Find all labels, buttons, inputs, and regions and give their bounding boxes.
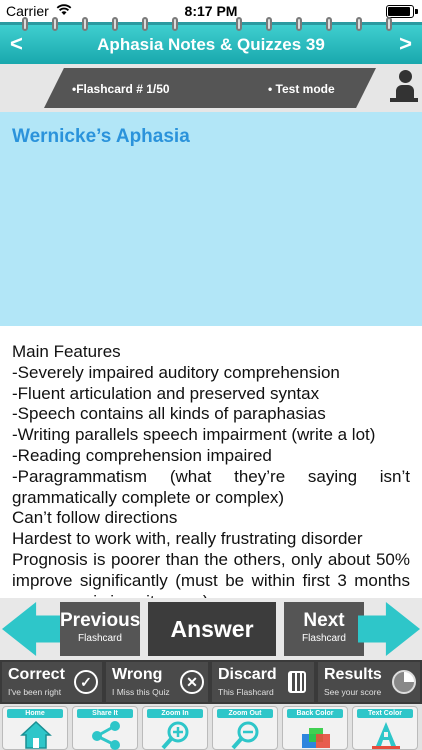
share-label: Share It	[77, 709, 133, 718]
forward-arrow-button[interactable]: >	[399, 31, 412, 57]
share-button[interactable]: Share It	[72, 706, 138, 750]
results-label: Results	[324, 666, 382, 683]
results-sub-label: See your score	[324, 687, 382, 697]
previous-arrow-icon[interactable]	[2, 602, 64, 656]
trash-icon	[288, 671, 306, 693]
answer-line: -Writing parallels speech impairment (wr…	[12, 425, 376, 445]
discard-label: Discard	[218, 666, 277, 683]
student-icon[interactable]	[390, 70, 418, 106]
back-color-label: Back Color	[287, 709, 343, 718]
zoom-out-label: Zoom Out	[217, 709, 273, 718]
home-icon	[20, 720, 52, 749]
answer-line: Can’t follow directions	[12, 508, 178, 528]
next-label: Next	[303, 610, 345, 631]
correct-sub-label: I've been right	[8, 687, 62, 697]
text-color-label: Text Color	[357, 709, 413, 718]
test-mode-label[interactable]: • Test mode	[268, 82, 335, 96]
back-color-button[interactable]: Back Color	[282, 706, 348, 750]
answer-text: Main Features -Severely impaired auditor…	[12, 342, 410, 598]
answer-line: Main Features	[12, 342, 121, 361]
next-sub-label: Flashcard	[302, 633, 346, 644]
answer-line: -Paragrammatism (what they’re saying isn…	[12, 466, 410, 507]
wrong-button[interactable]: Wrong I Miss this Quiz ✕	[106, 662, 208, 702]
info-strip: •Flashcard # 1/50 • Test mode	[0, 64, 422, 112]
app-header: < Aphasia Notes & Quizzes 39 >	[0, 17, 422, 64]
answer-line: Prognosis is poorer than the others, onl…	[12, 549, 410, 598]
results-button[interactable]: Results See your score	[318, 662, 420, 702]
previous-sub-label: Flashcard	[78, 633, 122, 644]
answer-line: Hardest to work with, really frustrating…	[12, 529, 363, 549]
correct-label: Correct	[8, 666, 65, 683]
answer-line: -Speech contains all kinds of paraphasia…	[12, 404, 326, 424]
wrong-label: Wrong	[112, 666, 163, 683]
correct-button[interactable]: Correct I've been right ✓	[2, 662, 102, 702]
zoom-in-button[interactable]: Zoom In	[142, 706, 208, 750]
tool-bar: Home Share It Zoom In Zoom Out Back Colo…	[0, 704, 422, 750]
zoom-out-button[interactable]: Zoom Out	[212, 706, 278, 750]
previous-button[interactable]: Previous Flashcard	[60, 602, 140, 656]
page-title: Aphasia Notes & Quizzes 39	[97, 35, 325, 54]
answer-line: -Fluent articulation and preserved synta…	[12, 383, 320, 403]
text-color-button[interactable]: Text Color	[352, 706, 418, 750]
answer-line: -Reading comprehension impaired	[12, 445, 272, 465]
zoom-out-icon	[231, 721, 259, 750]
discard-sub-label: This Flashcard	[218, 687, 274, 697]
next-button[interactable]: Next Flashcard	[284, 602, 364, 656]
home-label: Home	[7, 709, 63, 718]
back-arrow-button[interactable]: <	[10, 31, 23, 57]
flashcard-nav-bar: Previous Flashcard Answer Next Flashcard	[0, 598, 422, 660]
answer-line: -Severely impaired auditory comprehensio…	[12, 362, 340, 382]
text-color-icon	[372, 722, 400, 749]
cross-icon: ✕	[180, 670, 204, 694]
zoom-in-label: Zoom In	[147, 709, 203, 718]
pie-chart-icon	[392, 670, 416, 694]
action-bar: Correct I've been right ✓ Wrong I Miss t…	[0, 660, 422, 704]
color-palette-icon	[302, 728, 330, 748]
question-text: Wernicke’s Aphasia	[12, 126, 190, 147]
notebook-rings	[0, 17, 422, 31]
question-panel: Wernicke’s Aphasia	[0, 112, 422, 326]
answer-button[interactable]: Answer	[148, 602, 276, 656]
previous-label: Previous	[60, 610, 141, 631]
zoom-in-icon	[161, 721, 189, 750]
flashcard-counter: •Flashcard # 1/50	[72, 82, 170, 96]
checkmark-icon: ✓	[74, 670, 98, 694]
wrong-sub-label: I Miss this Quiz	[112, 687, 170, 697]
share-icon	[92, 721, 120, 750]
discard-button[interactable]: Discard This Flashcard	[212, 662, 314, 702]
home-button[interactable]: Home	[2, 706, 68, 750]
next-arrow-icon[interactable]	[358, 602, 420, 656]
answer-panel[interactable]: Main Features -Severely impaired auditor…	[0, 326, 422, 598]
